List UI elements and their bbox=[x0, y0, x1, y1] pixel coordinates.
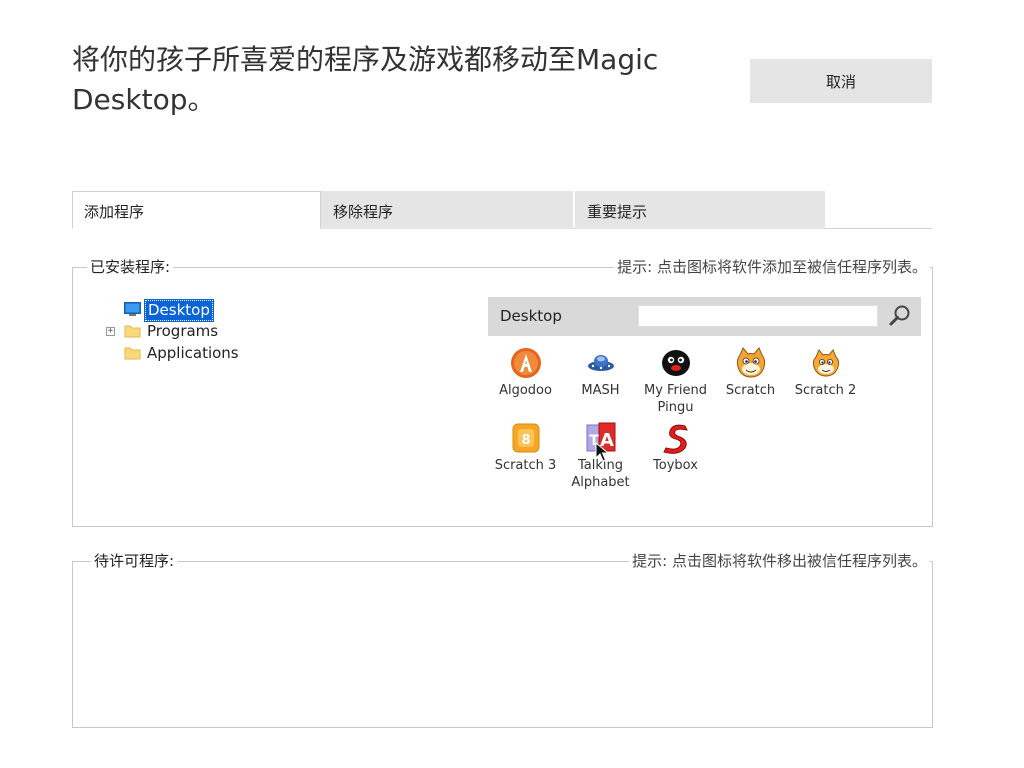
app-label: MASH bbox=[581, 383, 620, 398]
desktop-panel-header: Desktop bbox=[488, 297, 921, 336]
app-label: Scratch bbox=[725, 383, 776, 398]
app-scratch-2[interactable]: Scratch 2 bbox=[788, 346, 863, 399]
pending-programs-hint: 提示: 点击图标将软件移出被信任程序列表。 bbox=[629, 552, 930, 570]
app-label: Toybox bbox=[653, 458, 698, 473]
app-scratch[interactable]: Scratch bbox=[713, 346, 788, 399]
search-input[interactable] bbox=[638, 305, 878, 327]
scratch2-icon bbox=[812, 349, 839, 377]
pending-programs-group: 待许可程序: 提示: 点击图标将软件移出被信任程序列表。 bbox=[72, 552, 933, 728]
installed-programs-group: 已安装程序: 提示: 点击图标将软件添加至被信任程序列表。 Desktop + … bbox=[72, 258, 933, 527]
algodoo-icon bbox=[510, 348, 541, 378]
app-label: My Friend Pingu bbox=[643, 383, 708, 415]
app-toybox[interactable]: Toybox bbox=[638, 421, 713, 474]
mash-icon bbox=[587, 355, 614, 371]
cancel-button[interactable]: 取消 bbox=[750, 59, 932, 103]
tree-item-label: Programs bbox=[147, 322, 219, 340]
desktop-icon bbox=[124, 302, 141, 316]
app-my-friend-pingu[interactable]: My Friend Pingu bbox=[638, 346, 713, 416]
expand-icon[interactable]: + bbox=[106, 327, 115, 336]
tab-remove-programs[interactable]: 移除程序 bbox=[321, 191, 573, 229]
tree-item-label: Desktop bbox=[144, 299, 214, 322]
pingu-icon bbox=[661, 350, 690, 376]
desktop-panel-title: Desktop bbox=[500, 307, 562, 325]
app-mash[interactable]: MASH bbox=[563, 346, 638, 399]
app-label: Scratch 3 bbox=[494, 458, 557, 473]
app-label: Talking Alphabet bbox=[571, 458, 630, 490]
folder-icon bbox=[124, 325, 141, 338]
scratch-icon bbox=[736, 347, 765, 378]
app-label: Scratch 2 bbox=[794, 383, 857, 398]
tab-add-programs[interactable]: 添加程序 bbox=[72, 191, 321, 229]
pending-programs-title: 待许可程序: bbox=[91, 552, 178, 570]
folder-icon bbox=[124, 347, 141, 360]
search-icon[interactable] bbox=[887, 303, 913, 329]
app-scratch-3[interactable]: 8 Scratch 3 bbox=[488, 421, 563, 474]
installed-programs-hint: 提示: 点击图标将软件添加至被信任程序列表。 bbox=[614, 258, 930, 276]
tab-bar: 添加程序 移除程序 重要提示 bbox=[72, 191, 932, 229]
tab-important-notes[interactable]: 重要提示 bbox=[575, 191, 825, 229]
page-title: 将你的孩子所喜爱的程序及游戏都移动至Magic Desktop。 bbox=[72, 43, 659, 116]
toybox-icon bbox=[662, 424, 688, 454]
app-label: Algodoo bbox=[499, 383, 552, 398]
app-algodoo[interactable]: Algodoo bbox=[488, 346, 563, 399]
scratch3-icon: 8 bbox=[512, 423, 539, 453]
mouse-pointer-icon bbox=[595, 442, 609, 462]
tree-item-label: Applications bbox=[147, 344, 239, 362]
svg-text:8: 8 bbox=[521, 433, 530, 448]
installed-programs-title: 已安装程序: bbox=[87, 258, 174, 276]
